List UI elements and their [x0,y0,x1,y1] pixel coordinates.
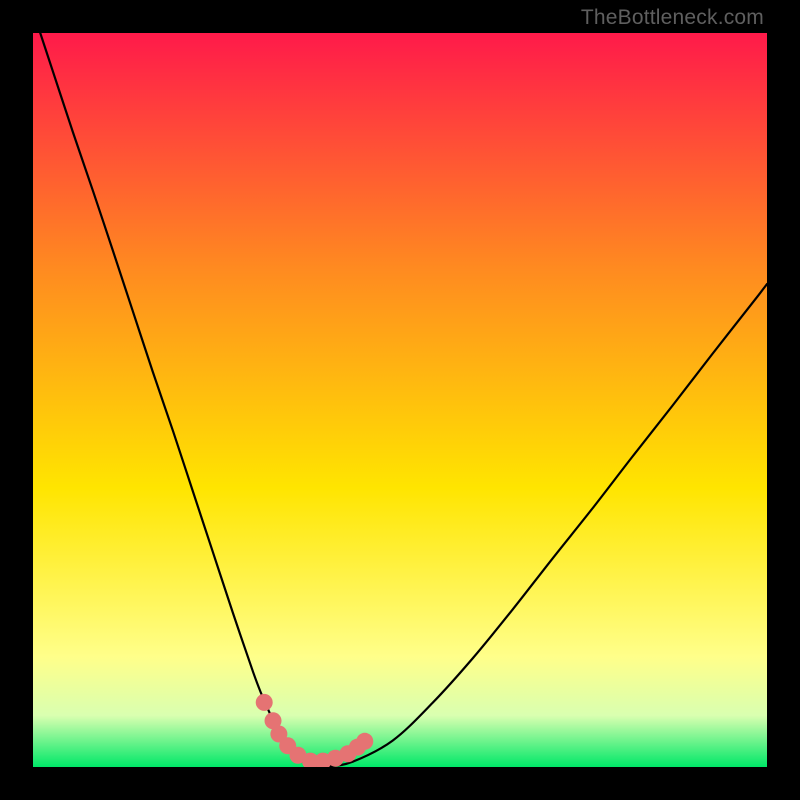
plot-area [33,33,767,767]
trough-dot [356,733,373,750]
chart-stage: TheBottleneck.com [0,0,800,800]
curve-layer [33,33,767,767]
bottleneck-curve [33,33,767,767]
trough-highlight [256,694,374,767]
watermark-text: TheBottleneck.com [581,6,764,30]
trough-dot [256,694,273,711]
